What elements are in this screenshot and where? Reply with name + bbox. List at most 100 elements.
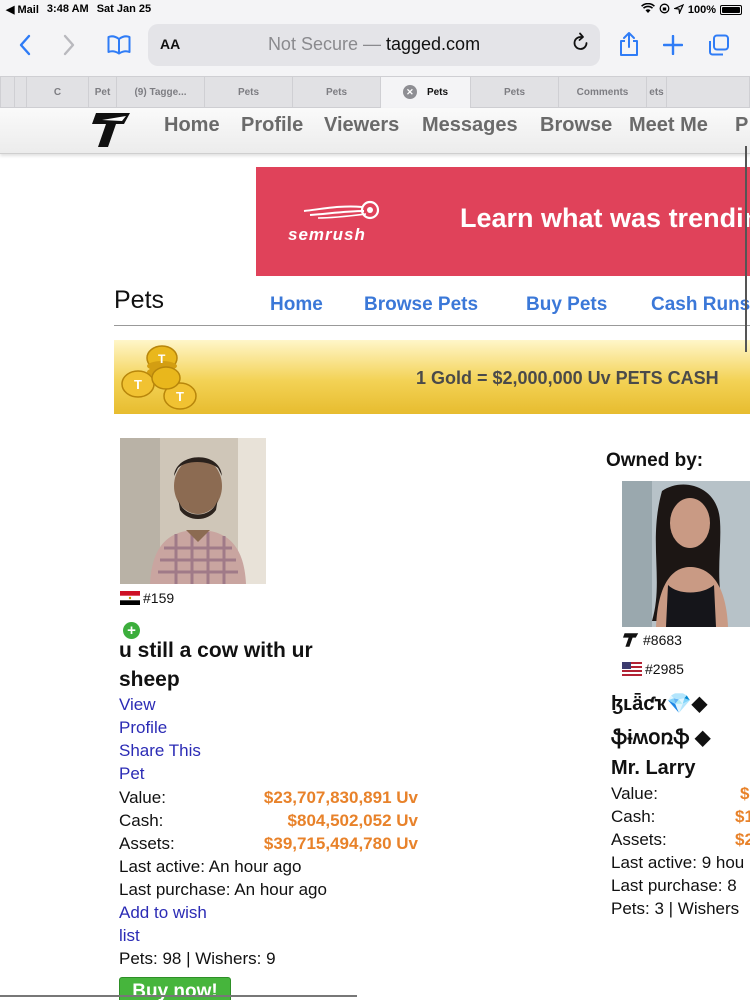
owner-name-line: Mr. Larry — [611, 757, 696, 779]
owner-flag-rank-value: #2985 — [645, 661, 684, 677]
share-pet-link[interactable]: Pet — [119, 764, 145, 784]
ad-brand: semrush — [288, 225, 366, 244]
owner-flag-rank: #2985 — [622, 661, 684, 677]
tabs-overview-icon[interactable] — [704, 30, 734, 60]
close-tab-icon[interactable]: ✕ — [402, 85, 417, 100]
site-navigation: Home Profile Viewers Messages Browse Mee… — [0, 108, 750, 154]
pet-rank: #159 — [120, 590, 174, 606]
url-domain: tagged.com — [386, 34, 481, 54]
add-to-wishlist-link[interactable]: list — [119, 926, 140, 946]
tab-comments[interactable]: Comments — [558, 77, 646, 108]
divider — [114, 325, 750, 326]
owner-name-line: ɮʟǟƈҡ💎◆ — [611, 693, 708, 715]
pets-menu-cash-runs[interactable]: Cash Runs — [651, 294, 750, 316]
tab-label: ets — [649, 87, 664, 98]
tab-pet[interactable]: Pet — [88, 77, 116, 108]
nav-meet-me[interactable]: Meet Me — [629, 114, 719, 137]
svg-text:T: T — [158, 352, 166, 366]
pets-menu-buy-pets[interactable]: Buy Pets — [526, 294, 607, 316]
owner-tagged-rank-value: #8683 — [643, 632, 682, 648]
browser-toolbar: AA Not Secure — tagged.com — [0, 18, 750, 76]
tab-pets[interactable]: Pets — [470, 77, 558, 108]
owner-assets: $2 — [735, 830, 750, 849]
owner-assets-label: Assets: — [611, 830, 667, 849]
tab-label: Pets — [503, 87, 526, 98]
pet-assets: $39,715,494,780 Uv — [263, 834, 418, 853]
tab-label: C — [53, 87, 62, 98]
gold-coins-icon: T T T — [121, 345, 197, 410]
vertical-scrollbar[interactable] — [745, 146, 747, 352]
back-icon[interactable] — [10, 30, 40, 60]
tab-label: Pets — [237, 87, 260, 98]
last-purchase: Last purchase: An hour ago — [119, 880, 327, 899]
pet-photo[interactable] — [120, 438, 266, 584]
share-icon[interactable] — [614, 30, 644, 60]
nav-messages[interactable]: Messages — [422, 114, 518, 137]
pet-cash: $804,502,052 Uv — [287, 811, 418, 830]
orientation-lock-icon — [659, 3, 670, 17]
owner-last-active: Last active: 9 hou — [611, 853, 745, 872]
page-title: Pets — [114, 286, 165, 314]
owner-cash: $1 — [735, 807, 750, 826]
tagged-logo-icon[interactable] — [90, 110, 134, 150]
tab-ets[interactable]: ets — [646, 77, 666, 108]
ad-banner[interactable]: semrush Learn what was trending — [256, 167, 750, 276]
tab-label: Pet — [94, 87, 111, 98]
pet-rank-value: #159 — [143, 590, 175, 606]
owner-tagged-rank: #8683 — [622, 632, 682, 648]
nav-profile[interactable]: Profile — [241, 114, 303, 137]
bookmarks-icon[interactable] — [104, 30, 134, 60]
owner-photo[interactable] — [622, 481, 750, 627]
location-icon — [672, 3, 685, 17]
new-tab-icon[interactable] — [658, 30, 688, 60]
nav-more[interactable]: P — [735, 114, 748, 137]
tab-label: Pets — [325, 87, 348, 98]
status-date: Sat Jan 25 — [96, 3, 152, 15]
tab-stack-edge[interactable] — [0, 77, 14, 108]
nav-browse[interactable]: Browse — [540, 114, 612, 137]
add-to-wishlist-link[interactable]: Add to wish — [119, 903, 207, 923]
back-to-app-link[interactable]: ◀ Mail — [6, 3, 39, 16]
tab-stack-edge[interactable] — [666, 77, 750, 108]
pets-menu-browse-pets[interactable]: Browse Pets — [364, 294, 478, 316]
security-label: Not Secure — [267, 34, 358, 54]
share-pet-link[interactable]: Share This — [119, 741, 201, 761]
cash-label: Cash: — [119, 811, 164, 830]
owner-value-label: Value: — [611, 784, 658, 803]
nav-viewers[interactable]: Viewers — [324, 114, 399, 137]
pet-value: $23,707,830,891 Uv — [263, 788, 418, 807]
pet-name: u still a cow with ur sheep — [119, 639, 313, 691]
tab-pets[interactable]: Pets — [292, 77, 380, 108]
tab-pets[interactable]: Pets — [204, 77, 292, 108]
url-separator: — — [357, 34, 386, 54]
value-label: Value: — [119, 788, 166, 807]
forward-icon[interactable] — [54, 30, 84, 60]
reload-icon[interactable] — [572, 32, 590, 58]
tab-pets-active[interactable]: ✕ Pets — [380, 77, 470, 108]
view-profile-link[interactable]: View — [119, 695, 156, 715]
semrush-logo-icon — [303, 200, 380, 220]
flag-icon — [120, 591, 140, 605]
owner-name-line: ֆɨʍօռֆ ◆ — [611, 727, 711, 749]
owner-last-purchase: Last purchase: 8 — [611, 876, 737, 895]
last-active: Last active: An hour ago — [119, 857, 302, 876]
nav-home[interactable]: Home — [164, 114, 220, 137]
tab-label: Comments — [576, 87, 629, 98]
tab-stack-edge[interactable] — [14, 77, 26, 108]
address-bar[interactable]: AA Not Secure — tagged.com — [148, 24, 600, 66]
owner-pets-wishers: Pets: 3 | Wishers — [611, 899, 740, 918]
gold-banner[interactable]: T T T 1 Gold = $2,000,000 Uv PETS CASH — [114, 340, 750, 414]
tab-label: Pets — [426, 87, 449, 98]
status-bar: ◀ Mail 3:48 AM Sat Jan 25 100% — [0, 0, 750, 18]
assets-label: Assets: — [119, 834, 175, 853]
us-flag-icon — [622, 662, 642, 676]
tab-c[interactable]: C — [26, 77, 88, 108]
pets-wishers-count: Pets: 98 | Wishers: 9 — [119, 949, 276, 968]
view-profile-link[interactable]: Profile — [119, 718, 167, 738]
horizontal-scrollbar[interactable] — [0, 995, 357, 997]
ad-message: Learn what was trending — [460, 203, 750, 233]
owner-cash-label: Cash: — [611, 807, 656, 826]
tab-tagged[interactable]: (9) Tagge... — [116, 77, 204, 108]
pets-menu-home[interactable]: Home — [270, 294, 323, 316]
tab-label: (9) Tagge... — [134, 87, 187, 98]
